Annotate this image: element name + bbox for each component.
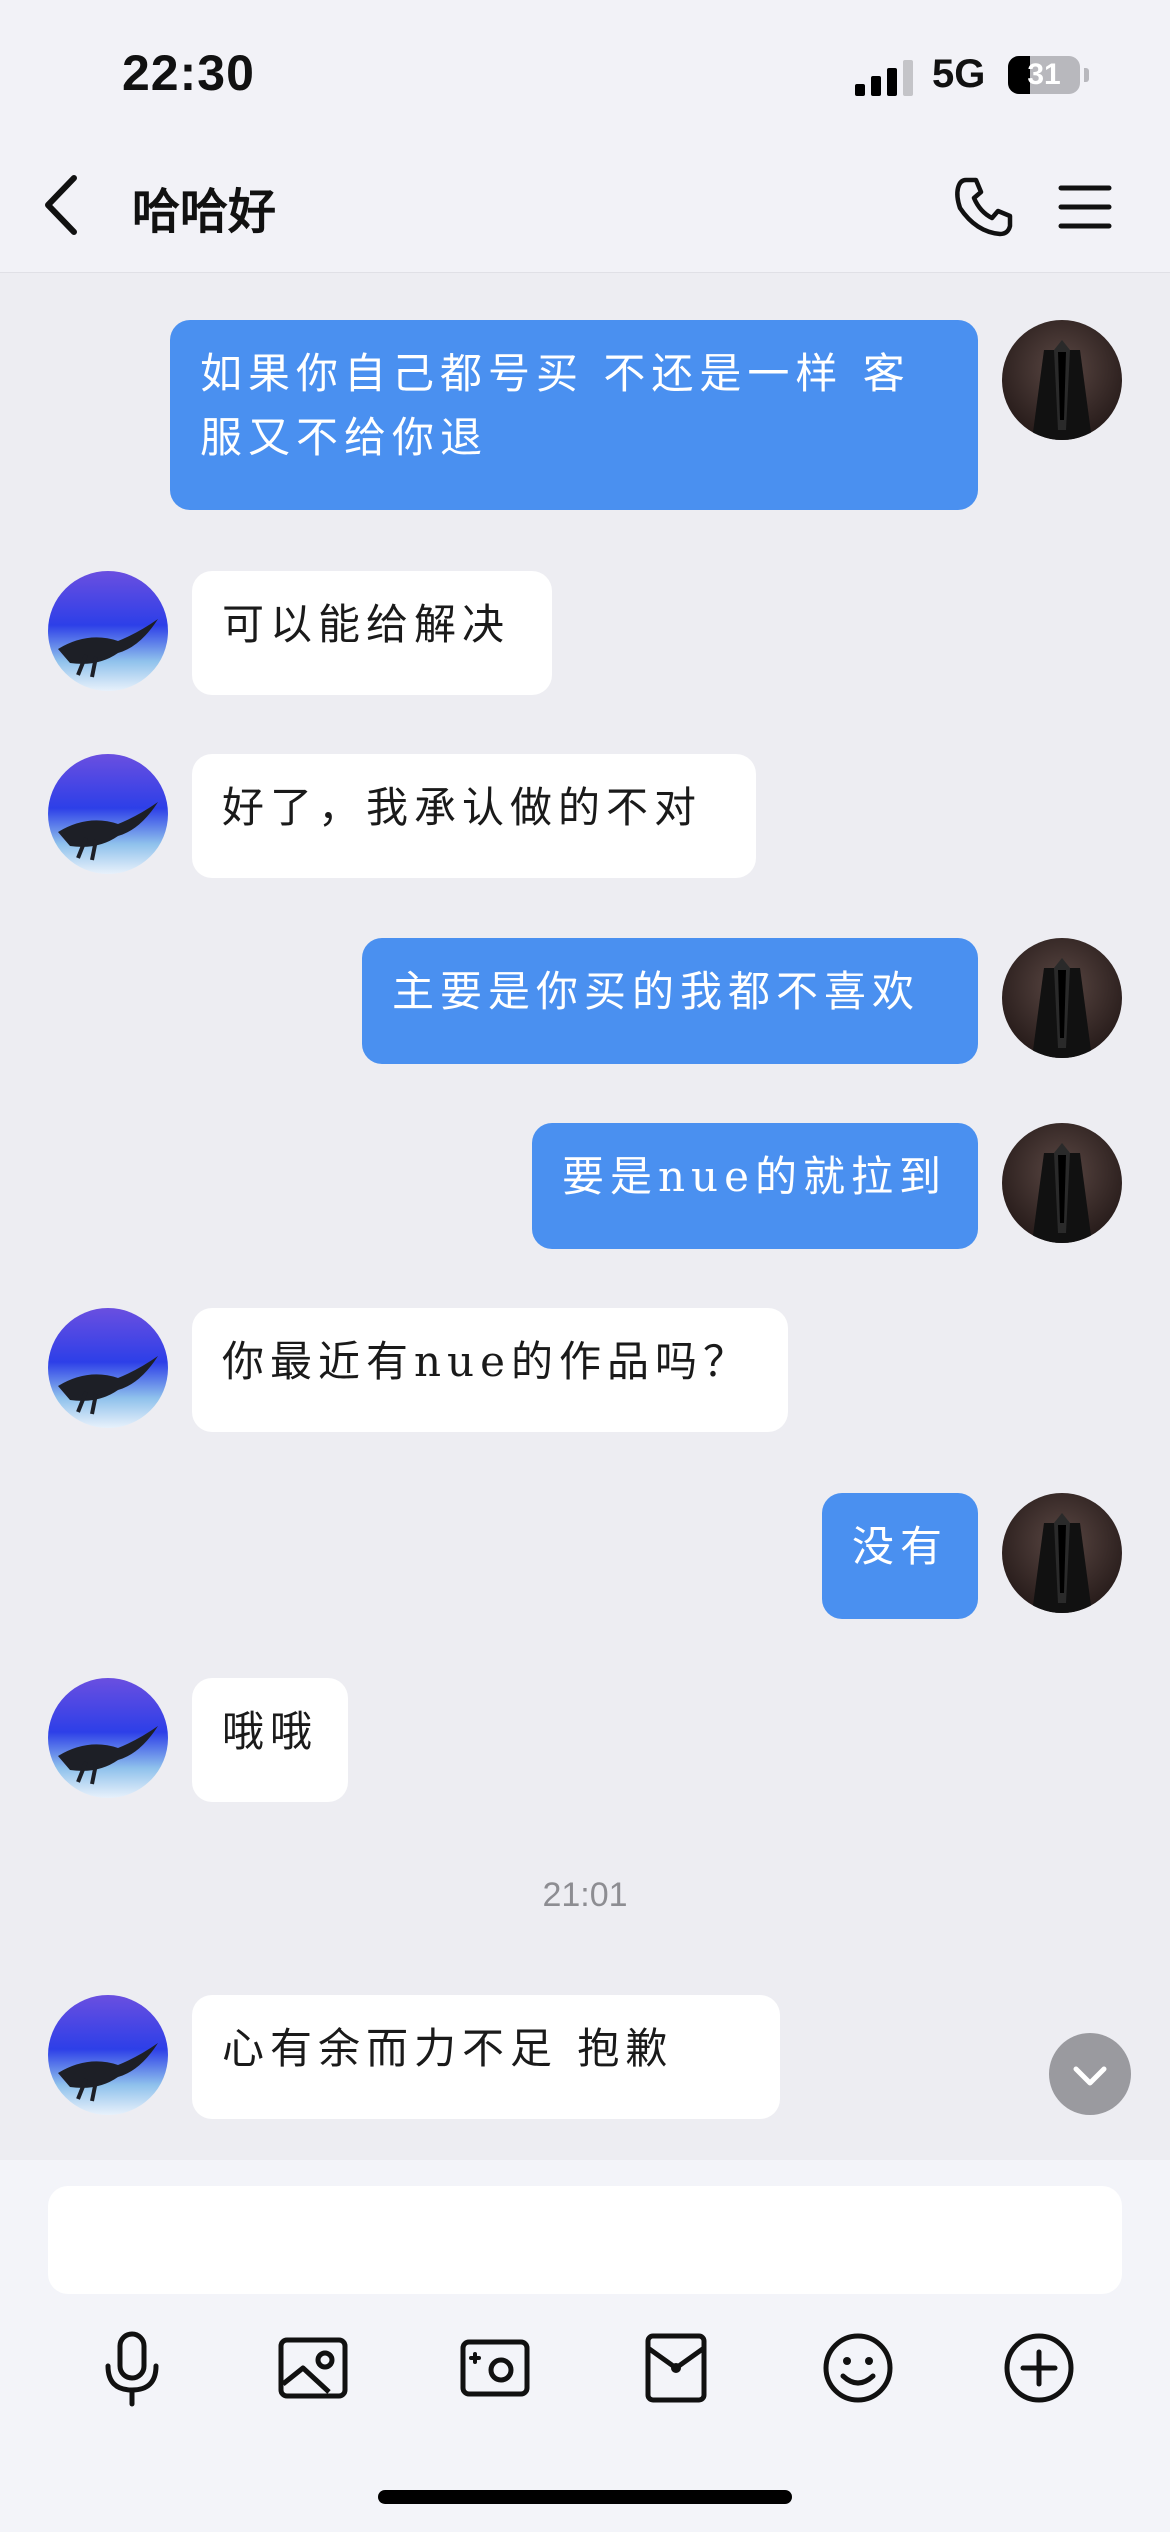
message-bubble-friend[interactable]: 可以能给解决: [192, 571, 552, 695]
message-bubble-me[interactable]: 主要是你买的我都不喜欢: [362, 938, 978, 1064]
message-bubble-friend[interactable]: 好了，我承认做的不对: [192, 754, 756, 878]
message-bubble-friend[interactable]: 哦哦: [192, 1678, 348, 1802]
image-icon[interactable]: [273, 2328, 353, 2408]
menu-icon[interactable]: [1058, 182, 1112, 232]
friend-avatar[interactable]: [48, 1678, 168, 1798]
chevron-down-icon: [1073, 2066, 1107, 2086]
my-avatar[interactable]: [1002, 1493, 1122, 1613]
my-avatar[interactable]: [1002, 1123, 1122, 1243]
battery-icon: 31: [1008, 56, 1080, 94]
top-bar: 22:30 5G 31 哈哈好: [0, 0, 1170, 273]
friend-avatar[interactable]: [48, 571, 168, 691]
battery-level: 31: [1027, 58, 1061, 91]
my-avatar[interactable]: [1002, 938, 1122, 1058]
message-list[interactable]: 如果你自己都号买 不还是一样 客服又不给你退 可以能给解决 好了，我承认做的不对…: [0, 273, 1170, 2160]
home-indicator[interactable]: [378, 2490, 792, 2504]
phone-icon[interactable]: [952, 174, 1016, 238]
plus-icon[interactable]: [999, 2328, 1079, 2408]
signal-icon: [855, 60, 913, 96]
message-timestamp: 21:01: [542, 1876, 628, 1914]
status-time: 22:30: [122, 45, 255, 101]
camera-icon[interactable]: [455, 2328, 535, 2408]
emoji-icon[interactable]: [818, 2328, 898, 2408]
message-bubble-me[interactable]: 要是nue的就拉到: [532, 1123, 978, 1249]
my-avatar[interactable]: [1002, 320, 1122, 440]
friend-avatar[interactable]: [48, 1308, 168, 1428]
message-bubble-friend[interactable]: 心有余而力不足 抱歉: [192, 1995, 780, 2119]
scroll-to-bottom-button[interactable]: [1049, 2033, 1131, 2115]
battery-tip: [1084, 68, 1089, 82]
chat-title[interactable]: 哈哈好: [132, 172, 276, 242]
network-type: 5G: [932, 52, 986, 96]
message-bubble-me[interactable]: 如果你自己都号买 不还是一样 客服又不给你退: [170, 320, 978, 510]
message-bubble-friend[interactable]: 你最近有nue的作品吗？: [192, 1308, 788, 1432]
friend-avatar[interactable]: [48, 754, 168, 874]
message-bubble-me[interactable]: 没有: [822, 1493, 978, 1619]
chevron-left-icon[interactable]: [38, 170, 88, 240]
message-input[interactable]: [48, 2186, 1122, 2294]
friend-avatar[interactable]: [48, 1995, 168, 2115]
microphone-icon[interactable]: [92, 2328, 172, 2408]
composer: [0, 2160, 1170, 2532]
red-packet-icon[interactable]: [636, 2328, 716, 2408]
